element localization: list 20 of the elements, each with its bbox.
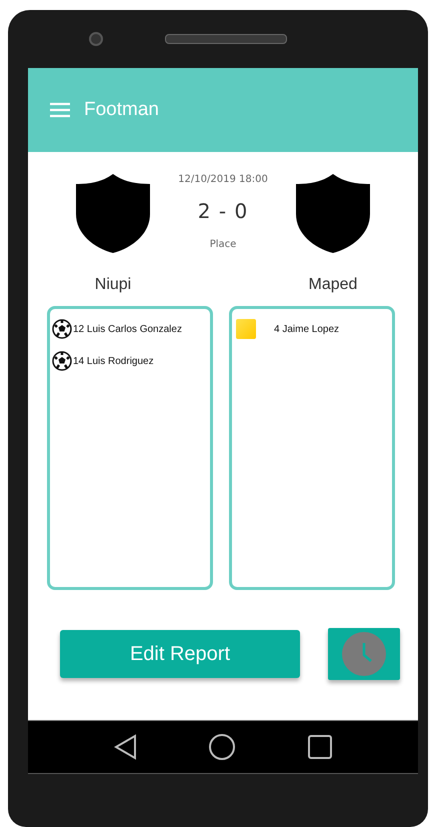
event-text: 4 Jaime Lopez	[274, 324, 340, 334]
edit-report-button[interactable]: Edit Report	[60, 630, 300, 678]
event-text: 12 Luis Carlos Gonzalez	[73, 324, 182, 334]
shield-icon	[74, 172, 152, 254]
soccer-ball-icon	[52, 351, 72, 371]
recents-icon[interactable]	[306, 734, 333, 760]
speaker-icon	[165, 34, 287, 44]
app-title: Footman	[84, 99, 159, 121]
camera-icon	[89, 32, 103, 46]
home-icon[interactable]	[208, 733, 236, 761]
match-datetime: 12/10/2019 18:00	[178, 174, 268, 185]
soccer-ball-icon	[52, 319, 72, 339]
match-place: Place	[210, 239, 236, 250]
back-icon[interactable]	[113, 734, 138, 760]
team-name: Niupi	[94, 276, 132, 294]
shield-icon	[294, 172, 372, 254]
team-name: Maped	[308, 276, 358, 294]
match-score: 2 - 0	[198, 199, 248, 223]
event-text: 14 Luis Rodriguez	[73, 356, 154, 366]
penalty-card-icon	[236, 319, 256, 339]
